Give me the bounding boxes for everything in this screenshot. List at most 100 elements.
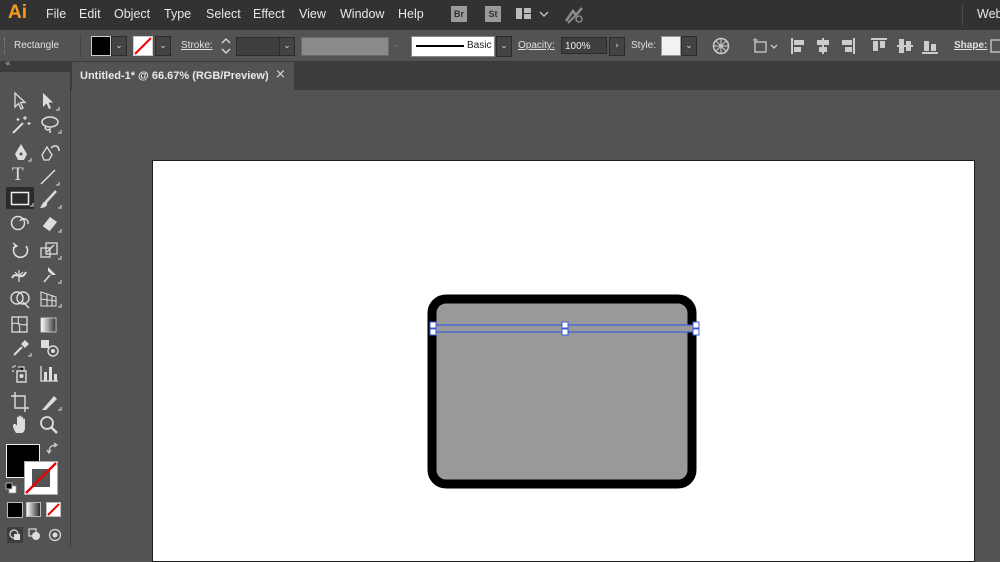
document-tab[interactable]: Untitled-1* @ 66.67% (RGB/Preview) × [72, 62, 294, 90]
slice-tool-icon[interactable] [38, 391, 62, 413]
tools-panel: « T [0, 59, 71, 546]
handle-bottom-left[interactable] [429, 328, 437, 336]
handle-bottom-center[interactable] [561, 328, 569, 336]
gradient-mode-icon[interactable] [26, 502, 42, 518]
variable-width-profile[interactable] [301, 37, 389, 56]
paintbrush-tool-icon[interactable] [38, 189, 62, 211]
puppet-warp-tool-icon[interactable] [38, 264, 62, 286]
handle-top-right[interactable] [692, 321, 700, 329]
align-top-icon[interactable] [870, 37, 888, 55]
bridge-button[interactable]: Br [451, 6, 467, 22]
gradient-tool-icon[interactable] [38, 314, 60, 336]
style-label: Style: [631, 40, 657, 51]
opacity-arrow-button[interactable]: › [609, 37, 625, 56]
opacity-label[interactable]: Opacity: [518, 40, 555, 51]
fill-swatch[interactable] [91, 36, 111, 56]
hand-tool-icon[interactable] [10, 414, 32, 436]
shaper-tool-icon[interactable] [9, 213, 33, 235]
close-tab-icon[interactable]: × [275, 67, 286, 82]
document-tab-title: Untitled-1* @ 66.67% (RGB/Preview) [80, 70, 269, 82]
scale-tool-icon[interactable] [38, 240, 62, 262]
eraser-tool-icon[interactable] [38, 213, 62, 235]
lasso-tool-icon[interactable] [38, 114, 62, 136]
variable-width-dropdown[interactable]: ⌄ [389, 37, 403, 54]
handle-top-left[interactable] [429, 321, 437, 329]
align-right-icon[interactable] [840, 37, 856, 55]
column-graph-tool-icon[interactable] [38, 363, 62, 385]
brush-definition[interactable]: Basic [411, 36, 495, 57]
draw-inside-icon[interactable] [47, 527, 63, 543]
draw-behind-icon[interactable] [27, 527, 43, 543]
perspective-grid-tool-icon[interactable] [38, 288, 62, 310]
app-logo: Ai [8, 2, 27, 23]
tools-panel-header[interactable]: « [0, 59, 70, 72]
stroke-weight-stepper[interactable] [219, 36, 233, 56]
line-segment-tool-icon[interactable] [38, 166, 60, 188]
pen-tool-icon[interactable] [10, 142, 32, 164]
default-fill-stroke-icon[interactable] [5, 482, 17, 494]
control-bar-grip[interactable] [4, 38, 8, 54]
rectangle-tool-icon [10, 191, 34, 207]
color-mode-button[interactable] [7, 502, 23, 518]
menu-edit[interactable]: Edit [79, 7, 101, 21]
workspace-switcher[interactable]: Web [977, 7, 1000, 21]
arrange-documents-icon[interactable] [516, 7, 550, 21]
magic-wand-tool-icon[interactable] [10, 114, 32, 136]
align-left-icon[interactable] [790, 37, 806, 55]
stroke-weight-dropdown[interactable]: ⌄ [279, 37, 295, 56]
handle-bottom-right[interactable] [692, 328, 700, 336]
rotate-tool-icon[interactable] [10, 240, 32, 262]
stroke-label[interactable]: Stroke: [181, 40, 213, 51]
menu-window[interactable]: Window [340, 7, 384, 21]
menu-view[interactable]: View [299, 7, 326, 21]
opacity-input[interactable]: 100% [561, 37, 607, 54]
stroke-swatch[interactable] [133, 36, 153, 56]
menu-select[interactable]: Select [206, 7, 241, 21]
menu-type[interactable]: Type [164, 7, 191, 21]
shape-properties-icon[interactable] [990, 38, 1000, 54]
swap-fill-stroke-icon[interactable] [46, 442, 60, 456]
divider [80, 34, 81, 58]
blend-tool-icon[interactable] [38, 337, 62, 359]
stock-button[interactable]: St [485, 6, 501, 22]
collapse-panel-icon[interactable]: « [5, 59, 11, 69]
align-to-icon[interactable] [752, 37, 780, 55]
menu-help[interactable]: Help [398, 7, 424, 21]
rectangle-artwork[interactable] [420, 290, 710, 495]
menu-bar: Ai File Edit Object Type Select Effect V… [0, 0, 1000, 30]
mesh-tool-icon[interactable] [10, 314, 32, 336]
stroke-dropdown-button[interactable]: ⌄ [155, 36, 171, 56]
draw-normal-icon[interactable] [7, 527, 23, 543]
align-bottom-icon[interactable] [921, 37, 939, 55]
width-tool-icon[interactable] [9, 264, 33, 286]
artboard-tool-icon[interactable] [10, 391, 32, 413]
curvature-tool-icon[interactable] [38, 142, 62, 164]
fill-dropdown-button[interactable]: ⌄ [111, 36, 127, 56]
control-bar: Rectangle ⌄ ⌄ Stroke: ⌄ ⌄ Basic ⌄ Opacit… [0, 31, 1000, 62]
symbol-sprayer-tool-icon[interactable] [10, 363, 32, 385]
align-horizontal-center-icon[interactable] [815, 37, 831, 55]
menu-object[interactable]: Object [114, 7, 150, 21]
graphic-style-dropdown[interactable]: ⌄ [681, 36, 697, 56]
type-tool-icon[interactable]: T [12, 164, 24, 186]
brush-name: Basic [467, 40, 492, 51]
zoom-tool-icon[interactable] [38, 414, 60, 436]
stroke-weight-input[interactable] [236, 37, 280, 56]
graphic-style-swatch[interactable] [661, 36, 681, 56]
menu-divider [962, 4, 963, 26]
align-vertical-center-icon[interactable] [896, 37, 914, 55]
rectangle-tool-button[interactable] [6, 187, 34, 209]
handle-top-center[interactable] [561, 321, 569, 329]
menu-effect[interactable]: Effect [253, 7, 285, 21]
direct-selection-tool-icon[interactable] [38, 91, 60, 113]
menu-file[interactable]: File [46, 7, 66, 21]
eyedropper-tool-icon[interactable] [10, 337, 32, 359]
stroke-color-box[interactable] [24, 461, 58, 495]
selection-tool-icon[interactable] [10, 91, 30, 111]
gpu-performance-icon[interactable] [563, 5, 587, 25]
none-mode-icon[interactable] [46, 502, 62, 518]
recolor-artwork-icon[interactable] [712, 37, 730, 55]
shape-label[interactable]: Shape: [954, 40, 987, 51]
shape-builder-tool-icon[interactable] [9, 288, 33, 310]
brush-dropdown-button[interactable]: ⌄ [496, 36, 512, 57]
